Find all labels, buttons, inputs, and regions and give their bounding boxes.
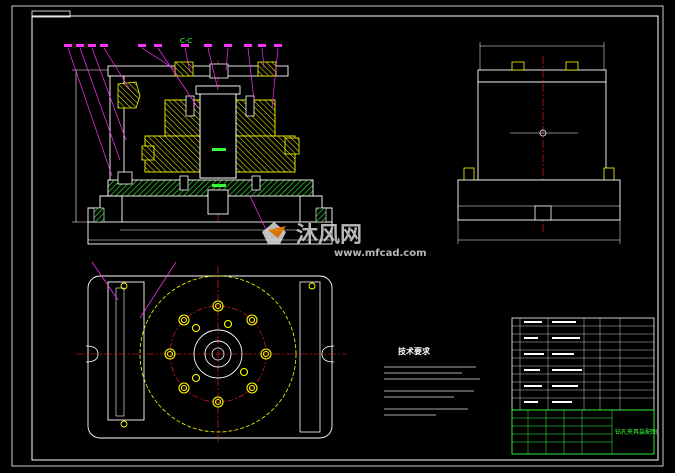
base-mark bbox=[212, 184, 226, 187]
base-bolt-right bbox=[251, 175, 261, 191]
left-handle-knob bbox=[117, 81, 141, 109]
t-slot-right bbox=[315, 207, 327, 223]
part-balloon-markers bbox=[64, 44, 282, 47]
watermark-brand: 沐风网 bbox=[296, 223, 362, 248]
support-stud-right bbox=[245, 95, 255, 117]
parts-list-table bbox=[511, 317, 655, 411]
technical-requirements-title: 技术要求 bbox=[398, 346, 431, 356]
top-nut bbox=[209, 63, 229, 79]
cad-drawing-sheet: C-C 技术要求 钻孔夹具装配图 沐风网 www.mfcad.com bbox=[0, 0, 675, 473]
technical-requirements-note: 技术要求 bbox=[384, 346, 480, 416]
side-flange-right bbox=[284, 137, 300, 155]
locating-pin bbox=[207, 189, 229, 215]
t-slot-left bbox=[93, 207, 105, 223]
plan-left-clamp-bar bbox=[107, 281, 145, 421]
side-view bbox=[457, 42, 621, 244]
drawing-title: 钻孔夹具装配图 bbox=[615, 428, 657, 436]
top-plate-boss-left bbox=[174, 61, 194, 77]
drill-bushing bbox=[199, 85, 237, 179]
drawing-canvas: C-C 技术要求 钻孔夹具装配图 沐风网 www.mfcad.com bbox=[11, 5, 664, 467]
side-base-pin bbox=[534, 205, 552, 221]
requirement-text-lines bbox=[384, 366, 480, 416]
side-view-body bbox=[477, 81, 607, 181]
plan-right-block bbox=[299, 281, 321, 433]
side-top-boss-right bbox=[565, 61, 579, 71]
front-section-view: C-C bbox=[64, 37, 333, 245]
section-view-label: C-C bbox=[180, 37, 192, 45]
bushing-fit-mark bbox=[212, 148, 226, 151]
plan-view bbox=[76, 261, 346, 444]
watermark-url: www.mfcad.com bbox=[334, 248, 427, 259]
top-plate-boss-right bbox=[257, 61, 277, 77]
side-view-top-plate bbox=[477, 69, 607, 83]
side-flange-left bbox=[141, 145, 155, 161]
left-screw-head bbox=[117, 171, 133, 185]
title-block: 钻孔夹具装配图 bbox=[511, 317, 657, 455]
support-stud-left bbox=[185, 95, 195, 117]
side-top-boss-left bbox=[511, 61, 525, 71]
base-bolt-left bbox=[179, 175, 189, 191]
